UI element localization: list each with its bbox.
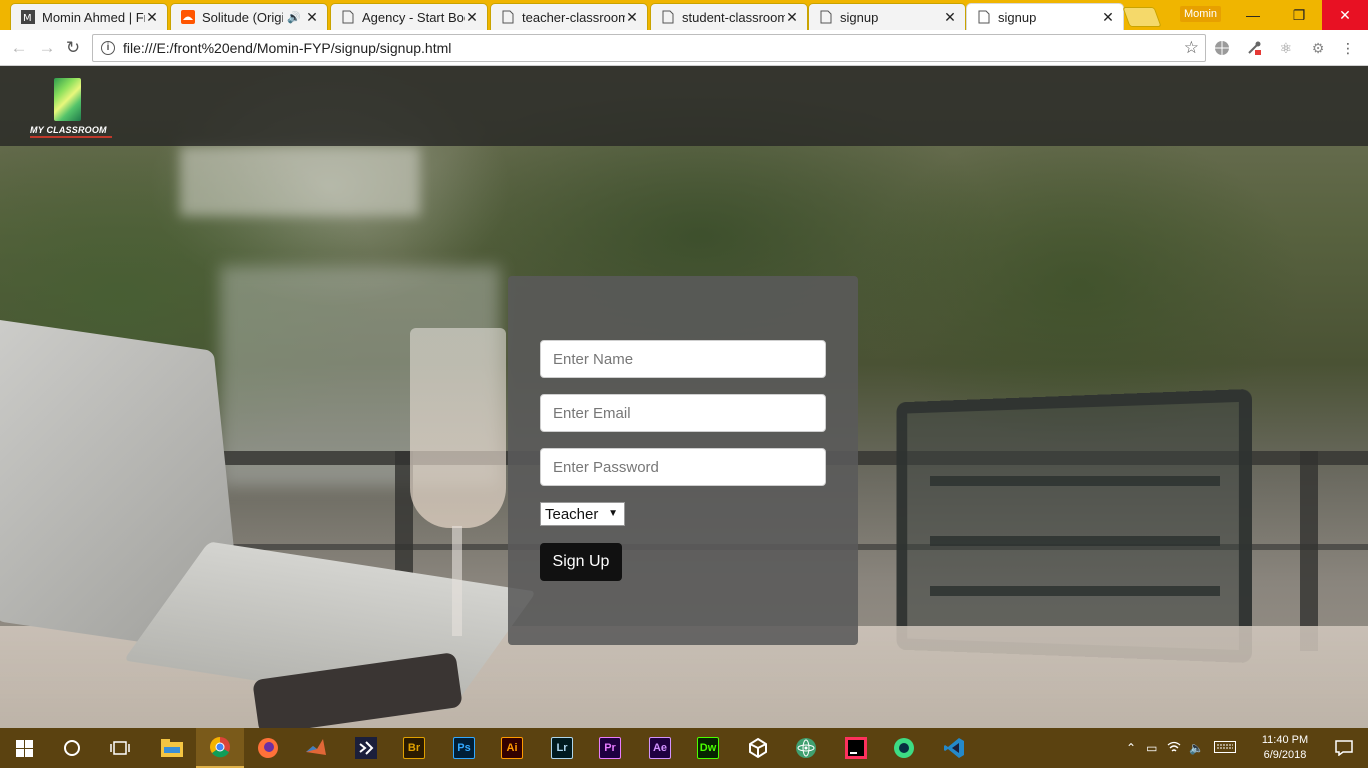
illustrator-icon[interactable]: Ai: [488, 728, 536, 768]
bookmark-star-icon[interactable]: ☆: [1184, 38, 1199, 58]
info-icon[interactable]: i: [101, 41, 115, 55]
back-arrow-icon[interactable]: ←: [8, 37, 30, 59]
svg-text:M: M: [23, 13, 32, 24]
speaker-icon[interactable]: 🔊: [287, 11, 301, 24]
background-scene: [180, 146, 420, 216]
minimize-icon[interactable]: —: [1230, 0, 1276, 30]
windows-start-icon[interactable]: [0, 728, 48, 768]
windows-taskbar: Br Ps Ai Lr Pr Ae Dw ⌃ ▭ 🔈 11:40 PM 6/9/…: [0, 728, 1368, 768]
tab-teacher-classroom[interactable]: teacher-classroom ✕: [490, 3, 648, 30]
react-extension-icon[interactable]: ⚛: [1277, 39, 1295, 57]
logo-text: MY CLASSROOM: [30, 125, 107, 135]
tab-agency[interactable]: Agency - Start Boo ✕: [330, 3, 488, 30]
tab-title: student-classroom: [682, 9, 785, 25]
tab-signup[interactable]: signup ✕: [808, 3, 966, 30]
settings-extension-icon[interactable]: ⚙: [1309, 39, 1327, 57]
chevron-up-icon[interactable]: ⌃: [1126, 741, 1136, 755]
tab-student-classroom[interactable]: student-classroom ✕: [650, 3, 808, 30]
globe-extension-icon[interactable]: [1213, 39, 1231, 57]
search-circle-icon[interactable]: [48, 728, 96, 768]
role-selected-value: Teacher: [545, 505, 599, 523]
site-logo[interactable]: MY CLASSROOM: [30, 78, 112, 138]
close-icon[interactable]: ✕: [145, 10, 159, 24]
matlab-icon[interactable]: [292, 728, 340, 768]
bridge-icon[interactable]: Br: [390, 728, 438, 768]
tab-solitude[interactable]: Solitude (Origin 🔊 ✕: [170, 3, 328, 30]
close-icon[interactable]: ✕: [943, 10, 957, 24]
url-text: file:///E:/front%20end/Momin-FYP/signup/…: [123, 40, 452, 56]
clock-time: 11:40 PM: [1261, 734, 1309, 746]
signup-form: Teacher ▼ Sign Up: [508, 276, 858, 645]
logo-mark-icon: [54, 78, 81, 121]
menu-kebab-icon[interactable]: ⋮: [1339, 39, 1357, 57]
address-bar[interactable]: i file:///E:/front%20end/Momin-FYP/signu…: [92, 34, 1206, 62]
firefox-icon[interactable]: [244, 728, 292, 768]
tab-title: Momin Ahmed | Fr: [42, 9, 145, 25]
tab-title: teacher-classroom: [522, 9, 625, 25]
window-close-icon[interactable]: ✕: [1322, 0, 1368, 30]
after-effects-icon[interactable]: Ae: [636, 728, 684, 768]
role-select[interactable]: Teacher ▼: [540, 502, 625, 526]
close-icon[interactable]: ✕: [305, 10, 319, 24]
tab-title: Agency - Start Boo: [362, 9, 465, 25]
close-icon[interactable]: ✕: [625, 10, 639, 24]
unity-icon[interactable]: [734, 728, 782, 768]
wifi-icon[interactable]: [1167, 741, 1181, 756]
forward-arrow-icon[interactable]: →: [36, 37, 58, 59]
chrome-icon[interactable]: [196, 728, 244, 768]
tab-title: signup: [840, 9, 879, 25]
task-view-icon[interactable]: [96, 728, 144, 768]
tab-title: signup: [998, 9, 1037, 25]
atom-icon[interactable]: [782, 728, 830, 768]
tab-signup-active[interactable]: signup ✕: [966, 3, 1124, 30]
close-icon[interactable]: ✕: [785, 10, 799, 24]
page-icon: [501, 10, 515, 24]
visual-studio-icon[interactable]: [342, 728, 390, 768]
system-tray: ⌃ ▭ 🔈: [1126, 728, 1237, 768]
name-input[interactable]: [540, 340, 826, 378]
dreamweaver-icon[interactable]: Dw: [684, 728, 732, 768]
soundcloud-icon: [181, 10, 195, 24]
email-input[interactable]: [540, 394, 826, 432]
site-header: MY CLASSROOM: [0, 66, 1368, 146]
intellij-icon[interactable]: [832, 728, 880, 768]
page-icon: [341, 10, 355, 24]
notifications-icon[interactable]: [1320, 728, 1368, 768]
photoshop-icon[interactable]: Ps: [440, 728, 488, 768]
momin-favicon-icon: M: [21, 10, 35, 24]
tab-title: Solitude (Origin: [202, 9, 284, 25]
browser-toolbar: ← → ↻ i file:///E:/front%20end/Momin-FYP…: [0, 30, 1368, 66]
android-studio-icon[interactable]: [880, 728, 928, 768]
close-icon[interactable]: ✕: [465, 10, 479, 24]
close-icon[interactable]: ✕: [1101, 10, 1115, 24]
eyedropper-extension-icon[interactable]: [1245, 39, 1263, 57]
vscode-icon[interactable]: [930, 728, 978, 768]
lightroom-icon[interactable]: Lr: [538, 728, 586, 768]
profile-button[interactable]: Momin: [1180, 6, 1222, 22]
page-icon: [661, 10, 675, 24]
premiere-icon[interactable]: Pr: [586, 728, 634, 768]
page-icon: [819, 10, 833, 24]
password-input[interactable]: [540, 448, 826, 486]
volume-icon[interactable]: 🔈: [1189, 741, 1204, 755]
browser-tab-strip: M Momin Ahmed | Fr ✕ Solitude (Origin 🔊 …: [0, 0, 1368, 30]
tab-momin-ahmed[interactable]: M Momin Ahmed | Fr ✕: [10, 3, 168, 30]
system-clock[interactable]: 11:40 PM 6/9/2018: [1255, 733, 1315, 763]
maximize-icon[interactable]: ❐: [1276, 0, 1322, 30]
reload-icon[interactable]: ↻: [62, 37, 84, 59]
page-viewport: MY CLASSROOM Teacher ▼ Sign Up: [0, 66, 1368, 728]
clock-date: 6/9/2018: [1263, 749, 1307, 761]
file-explorer-icon[interactable]: [148, 728, 196, 768]
sign-up-button[interactable]: Sign Up: [540, 543, 622, 581]
battery-icon[interactable]: ▭: [1146, 741, 1157, 755]
keyboard-icon[interactable]: [1214, 740, 1237, 756]
page-icon: [977, 10, 991, 24]
dropdown-arrow-icon: ▼: [608, 508, 618, 519]
new-tab-button[interactable]: [1122, 7, 1162, 27]
